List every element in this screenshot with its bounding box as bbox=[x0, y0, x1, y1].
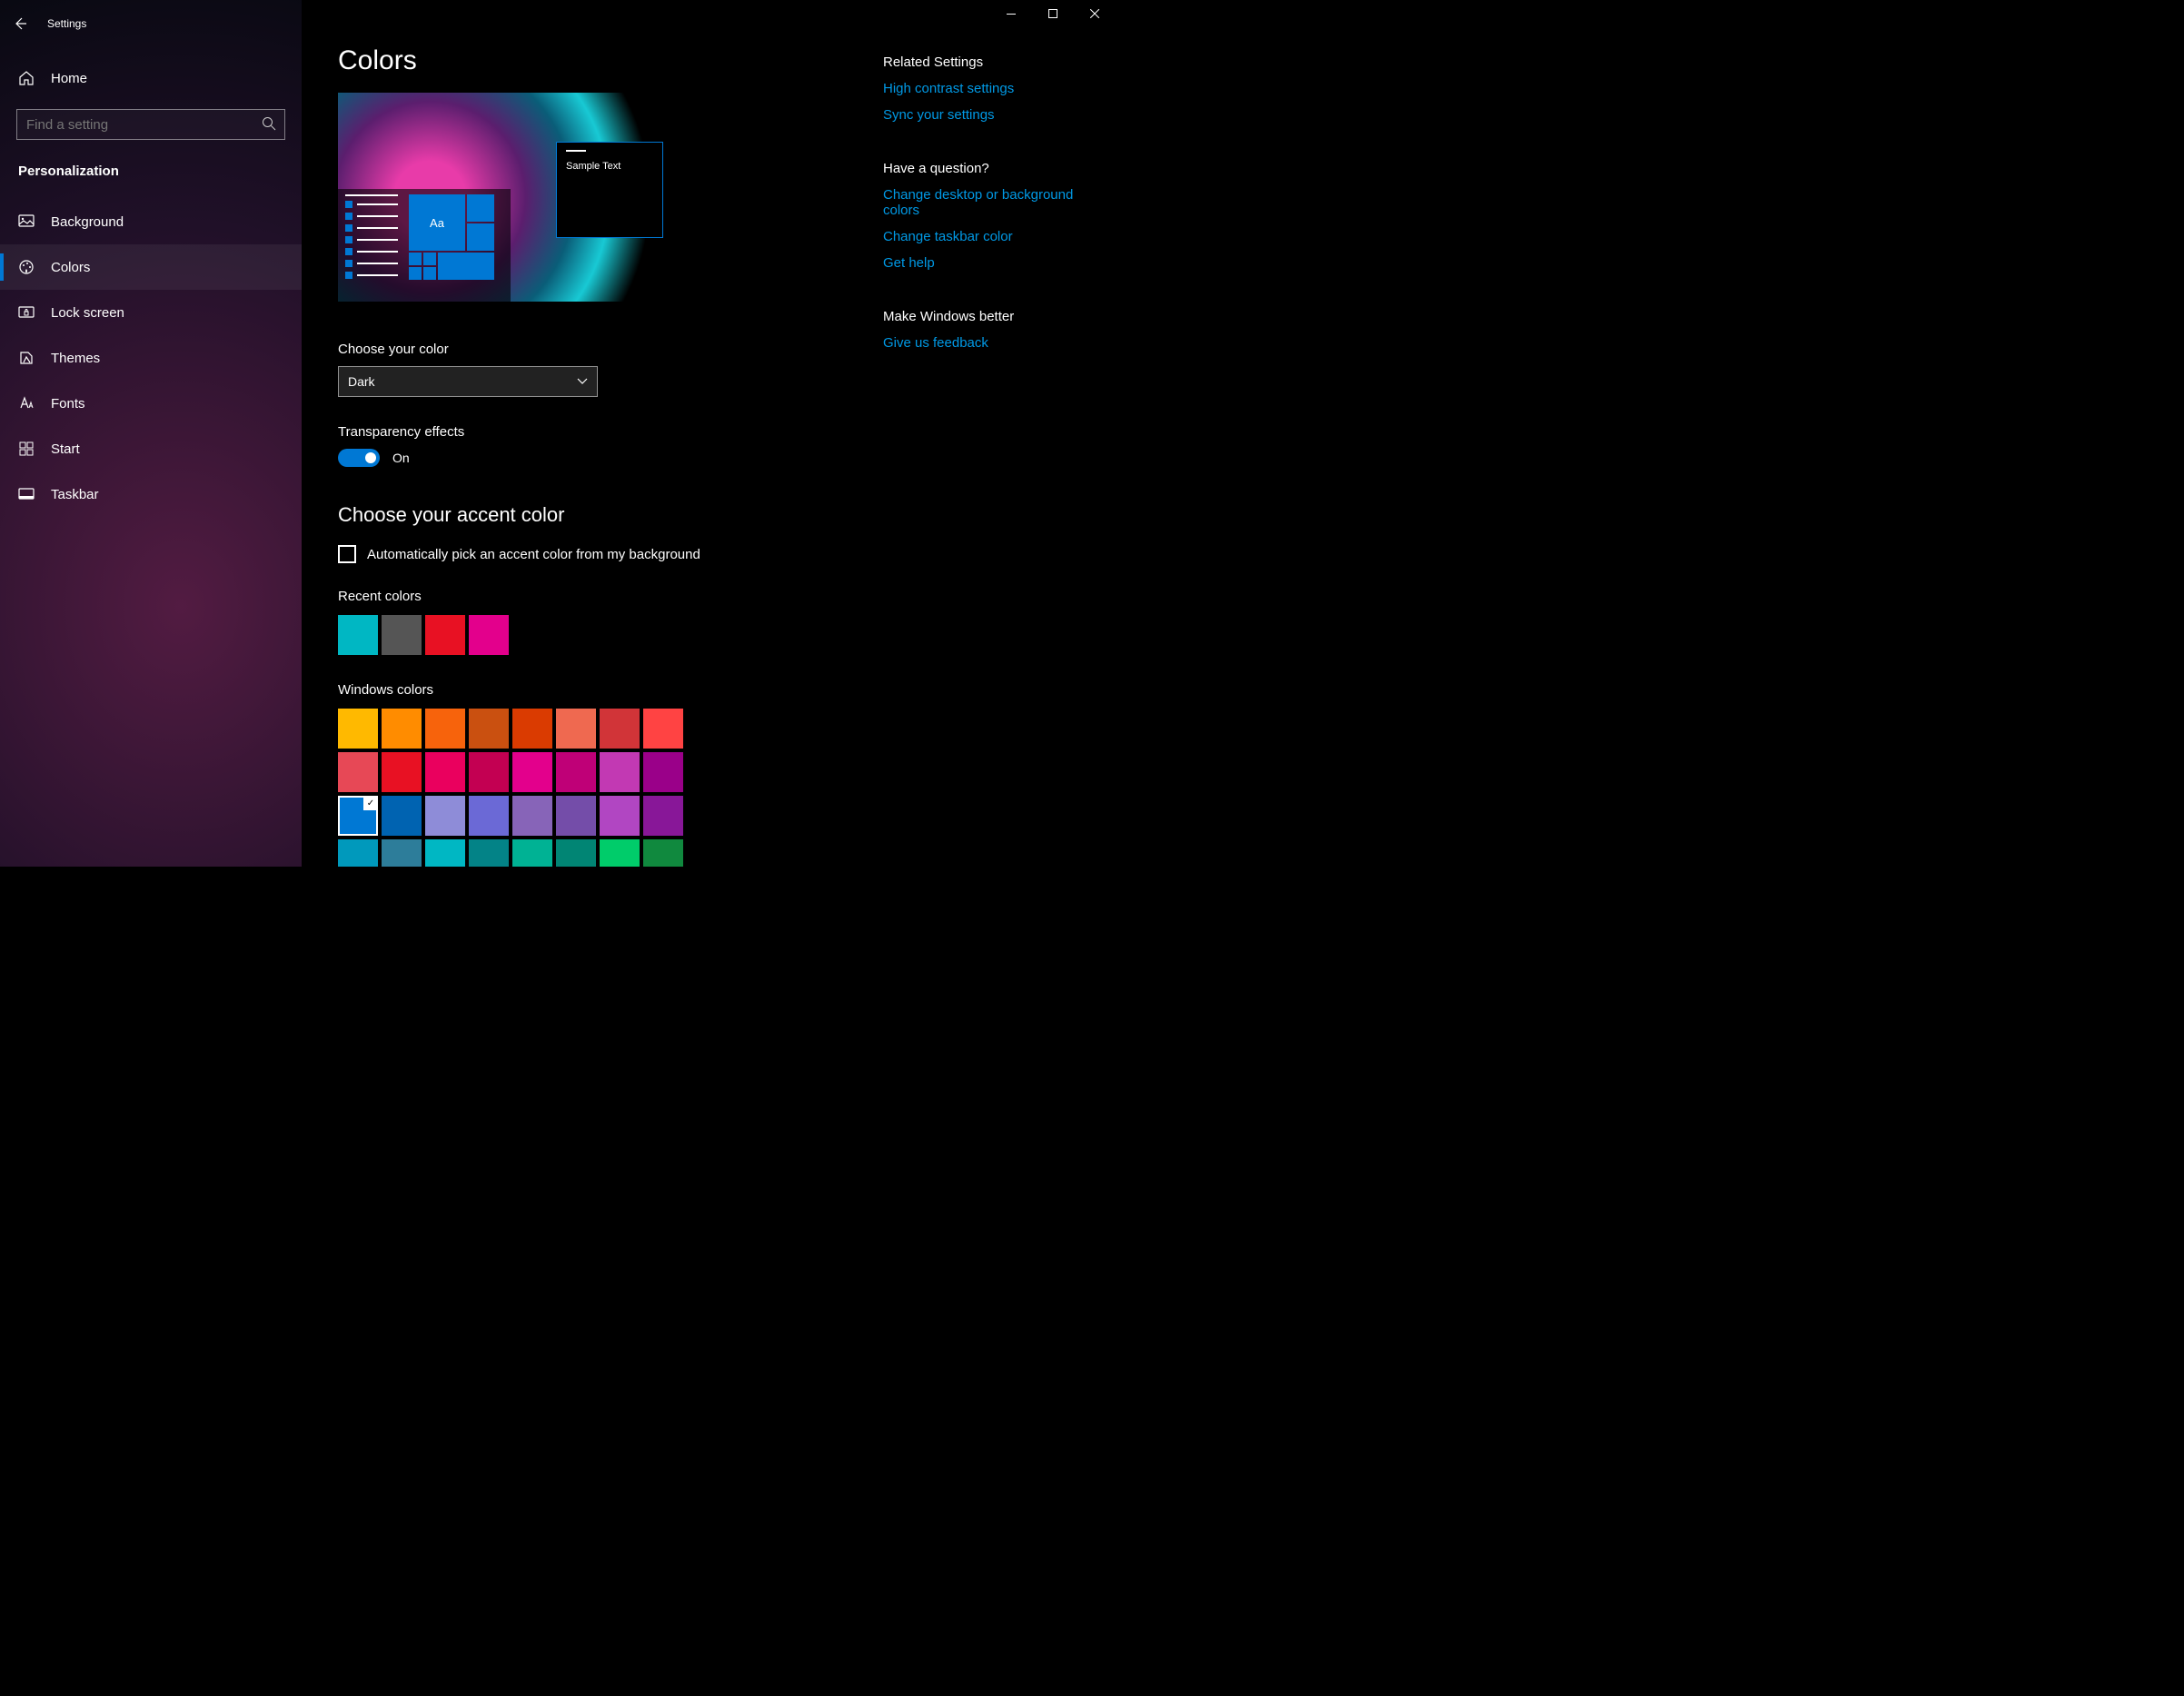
windows-color-swatch[interactable]: ✓ bbox=[338, 796, 378, 836]
windows-color-swatch[interactable] bbox=[382, 839, 422, 867]
windows-colors-label: Windows colors bbox=[338, 682, 829, 698]
windows-color-swatch[interactable] bbox=[600, 752, 640, 792]
windows-color-swatch[interactable] bbox=[469, 796, 509, 836]
home-label: Home bbox=[51, 71, 87, 86]
start-icon bbox=[18, 441, 35, 457]
transparency-toggle[interactable] bbox=[338, 449, 380, 467]
nav-item-lock-screen[interactable]: Lock screen bbox=[0, 290, 302, 335]
windows-color-swatch[interactable] bbox=[556, 839, 596, 867]
windows-color-swatch[interactable] bbox=[382, 709, 422, 749]
recent-color-swatch[interactable] bbox=[425, 615, 465, 655]
windows-color-swatch[interactable] bbox=[425, 839, 465, 867]
search-icon bbox=[262, 116, 276, 131]
windows-color-swatch[interactable] bbox=[556, 796, 596, 836]
nav-item-start[interactable]: Start bbox=[0, 426, 302, 471]
related-link[interactable]: Sync your settings bbox=[883, 107, 1092, 123]
section-label: Personalization bbox=[0, 140, 302, 186]
app-title: Settings bbox=[47, 17, 86, 30]
preview-thumbnail: Sample Text Aa bbox=[338, 93, 645, 302]
question-heading: Have a question? bbox=[883, 161, 1092, 176]
windows-color-swatch[interactable] bbox=[338, 752, 378, 792]
recent-color-swatch[interactable] bbox=[469, 615, 509, 655]
windows-color-swatch[interactable] bbox=[556, 752, 596, 792]
recent-color-swatch[interactable] bbox=[382, 615, 422, 655]
nav-item-label: Fonts bbox=[51, 396, 85, 412]
preview-start-menu: Aa bbox=[338, 189, 511, 302]
windows-color-swatch[interactable] bbox=[643, 839, 683, 867]
maximize-button[interactable] bbox=[1032, 0, 1074, 27]
back-button[interactable] bbox=[13, 16, 27, 31]
themes-icon bbox=[18, 350, 35, 366]
windows-color-swatch[interactable] bbox=[512, 839, 552, 867]
nav-item-label: Themes bbox=[51, 351, 100, 366]
sidebar: Settings Home Personalization Background… bbox=[0, 0, 302, 867]
close-button[interactable] bbox=[1074, 0, 1116, 27]
fonts-icon bbox=[18, 395, 35, 412]
windows-color-swatch[interactable] bbox=[469, 752, 509, 792]
related-heading: Related Settings bbox=[883, 55, 1092, 70]
choose-color-dropdown[interactable]: Dark bbox=[338, 366, 598, 397]
search-input[interactable] bbox=[16, 109, 285, 140]
nav-item-label: Background bbox=[51, 214, 124, 230]
content-area: Colors Sample Text bbox=[302, 0, 1116, 867]
taskbar-icon bbox=[18, 486, 35, 502]
windows-color-swatch[interactable] bbox=[600, 796, 640, 836]
windows-color-swatch[interactable] bbox=[382, 752, 422, 792]
windows-color-swatch[interactable] bbox=[469, 709, 509, 749]
windows-color-swatch[interactable] bbox=[425, 709, 465, 749]
windows-color-swatch[interactable] bbox=[556, 709, 596, 749]
page-title: Colors bbox=[338, 45, 829, 76]
nav-item-label: Lock screen bbox=[51, 305, 124, 321]
auto-pick-checkbox[interactable] bbox=[338, 545, 356, 563]
nav-item-label: Colors bbox=[51, 260, 90, 275]
nav-item-label: Start bbox=[51, 441, 80, 457]
recent-color-swatch[interactable] bbox=[338, 615, 378, 655]
nav-item-colors[interactable]: Colors bbox=[0, 244, 302, 290]
windows-color-swatch[interactable] bbox=[425, 752, 465, 792]
transparency-label: Transparency effects bbox=[338, 424, 829, 440]
better-heading: Make Windows better bbox=[883, 309, 1092, 324]
minimize-button[interactable] bbox=[990, 0, 1032, 27]
windows-color-swatch[interactable] bbox=[382, 796, 422, 836]
nav-item-fonts[interactable]: Fonts bbox=[0, 381, 302, 426]
windows-color-swatch[interactable] bbox=[512, 709, 552, 749]
nav-item-taskbar[interactable]: Taskbar bbox=[0, 471, 302, 517]
accent-heading: Choose your accent color bbox=[338, 503, 829, 527]
windows-color-swatch[interactable] bbox=[338, 709, 378, 749]
lock-screen-icon bbox=[18, 304, 35, 321]
colors-icon bbox=[18, 259, 35, 275]
checkmark-icon: ✓ bbox=[363, 796, 378, 810]
windows-color-swatch[interactable] bbox=[469, 839, 509, 867]
choose-color-label: Choose your color bbox=[338, 342, 829, 357]
nav-item-background[interactable]: Background bbox=[0, 199, 302, 244]
windows-color-swatch[interactable] bbox=[425, 796, 465, 836]
background-icon bbox=[18, 213, 35, 230]
windows-color-swatch[interactable] bbox=[600, 839, 640, 867]
transparency-state: On bbox=[392, 451, 410, 465]
windows-color-swatch[interactable] bbox=[643, 752, 683, 792]
related-link[interactable]: High contrast settings bbox=[883, 81, 1092, 96]
preview-window: Sample Text bbox=[556, 142, 663, 238]
nav-item-label: Taskbar bbox=[51, 487, 99, 502]
windows-color-swatch[interactable] bbox=[338, 839, 378, 867]
home-button[interactable]: Home bbox=[0, 60, 302, 96]
windows-color-swatch[interactable] bbox=[643, 709, 683, 749]
question-link[interactable]: Change desktop or background colors bbox=[883, 187, 1092, 218]
feedback-link[interactable]: Give us feedback bbox=[883, 335, 1092, 351]
chevron-down-icon bbox=[577, 378, 588, 385]
question-link[interactable]: Get help bbox=[883, 255, 1092, 271]
windows-color-swatch[interactable] bbox=[512, 752, 552, 792]
recent-colors-label: Recent colors bbox=[338, 589, 829, 604]
windows-color-swatch[interactable] bbox=[643, 796, 683, 836]
windows-color-swatch[interactable] bbox=[600, 709, 640, 749]
nav-item-themes[interactable]: Themes bbox=[0, 335, 302, 381]
auto-pick-label: Automatically pick an accent color from … bbox=[367, 547, 700, 562]
windows-color-swatch[interactable] bbox=[512, 796, 552, 836]
question-link[interactable]: Change taskbar color bbox=[883, 229, 1092, 244]
home-icon bbox=[18, 70, 35, 86]
